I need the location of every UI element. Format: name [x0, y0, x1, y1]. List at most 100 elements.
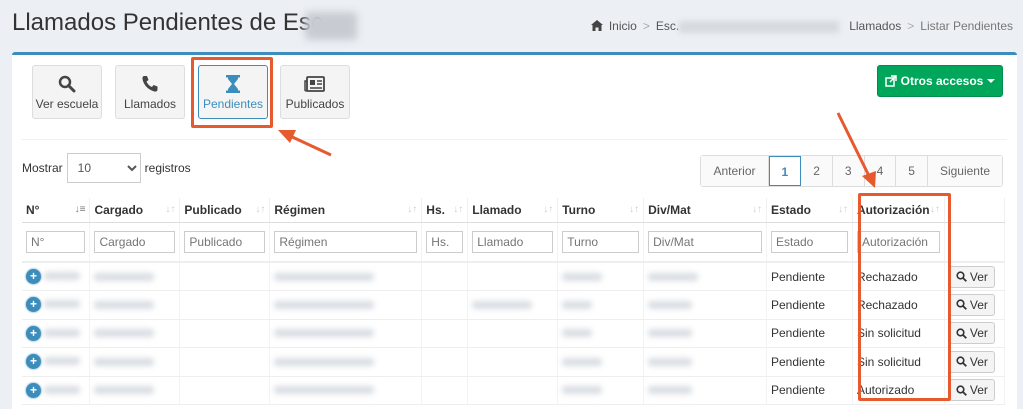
redacted-cell: [562, 357, 603, 366]
col-divmat[interactable]: Div/Mat ↓↑: [643, 198, 767, 223]
autorizacion-cell: Rechazado: [852, 290, 945, 320]
redacted-cell: [472, 300, 533, 309]
redacted-school: [679, 20, 840, 33]
col-numero[interactable]: N° ↓≡: [22, 198, 91, 223]
search-icon: [956, 328, 967, 339]
breadcrumb-current: Listar Pendientes: [920, 19, 1013, 33]
col-autorizacion[interactable]: Autorización ↓↑: [852, 198, 945, 223]
page-length: Mostrar 10 registros: [22, 153, 191, 183]
redacted-cell: [562, 272, 603, 281]
estado-cell: Pendiente: [766, 290, 853, 320]
publicados-button[interactable]: Publicados: [280, 65, 350, 119]
filter-regimen[interactable]: [274, 230, 418, 253]
redacted-cell: [94, 272, 155, 281]
otros-accesos-button[interactable]: Otros accesos: [877, 65, 1003, 97]
redacted-cell: [562, 329, 593, 338]
filter-publicado[interactable]: [184, 230, 266, 253]
ver-button[interactable]: Ver: [948, 322, 995, 345]
llamados-label: Llamados: [123, 97, 177, 111]
redacted-cell: [274, 329, 375, 338]
search-icon: [58, 75, 76, 93]
llamados-button[interactable]: Llamados: [115, 65, 185, 119]
estado-cell: Pendiente: [766, 347, 853, 377]
pager-prev[interactable]: Anterior: [701, 156, 769, 186]
pager-page-4[interactable]: 4: [864, 156, 897, 186]
divider: [22, 139, 1007, 140]
filter-autorizacion[interactable]: [856, 230, 940, 253]
redacted-cell: [94, 357, 155, 366]
main-box: Ver escuela Llamados Pendientes Publicad…: [12, 52, 1017, 409]
redacted-cell: [94, 386, 155, 395]
page-title: Llamados Pendientes de Esc.: [12, 9, 330, 36]
pending-calls-table: N° ↓≡ Cargado ↓↑ Publicado ↓↑ Régimen ↓↑ Hs.…: [22, 198, 1006, 405]
redacted-cell: [648, 272, 699, 281]
pager-page-3[interactable]: 3: [832, 156, 865, 186]
breadcrumb-school[interactable]: Esc.: [656, 19, 679, 33]
table-row: + Pendiente Rechazado Ver: [22, 262, 1006, 291]
filter-estado[interactable]: [770, 230, 848, 253]
redacted-cell: [44, 272, 81, 280]
redacted-cell: [44, 357, 81, 366]
redacted-cell: [648, 386, 693, 395]
header-row: N° ↓≡ Cargado ↓↑ Publicado ↓↑ Régimen ↓↑ Hs.…: [22, 198, 1006, 223]
expand-row-icon[interactable]: +: [26, 382, 41, 398]
ver-button[interactable]: Ver: [948, 265, 995, 288]
otros-accesos-label: Otros accesos: [900, 74, 984, 88]
expand-row-icon[interactable]: +: [26, 297, 41, 313]
estado-cell: Pendiente: [766, 376, 853, 405]
col-publicado[interactable]: Publicado ↓↑: [179, 198, 271, 223]
col-turno[interactable]: Turno ↓↑: [557, 198, 645, 223]
expand-row-icon[interactable]: +: [26, 269, 41, 284]
redacted-cell: [648, 329, 693, 338]
expand-row-icon[interactable]: +: [26, 325, 41, 341]
estado-cell: Pendiente: [766, 262, 853, 291]
ver-button[interactable]: Ver: [948, 379, 995, 402]
publicados-label: Publicados: [285, 97, 345, 111]
redacted-cell: [648, 357, 693, 366]
col-hs[interactable]: Hs. ↓↑: [421, 198, 469, 223]
redacted-cell: [44, 300, 81, 309]
ver-escuela-button[interactable]: Ver escuela: [32, 65, 102, 119]
page-length-select[interactable]: 10: [66, 153, 141, 183]
redacted-cell: [274, 272, 375, 281]
filter-llamado[interactable]: [472, 230, 554, 253]
search-icon: [956, 271, 967, 282]
col-estado[interactable]: Estado ↓↑: [766, 198, 853, 223]
length-suffix: registros: [144, 161, 191, 175]
content-header: Llamados Pendientes de Esc. Inicio > Esc. L…: [0, 0, 1023, 52]
autorizacion-cell: Sin solicitud: [852, 347, 945, 377]
search-icon: [956, 299, 967, 311]
filter-cargado[interactable]: [94, 230, 176, 253]
expand-row-icon[interactable]: +: [26, 354, 41, 370]
redacted-cell: [274, 300, 375, 309]
table-row: + Pendiente Rechazado Ver: [22, 290, 1006, 320]
redacted-cell: [44, 385, 81, 394]
pager-page-5[interactable]: 5: [896, 156, 928, 186]
breadcrumb: Inicio > Esc. Llamados > Listar Pendientes: [590, 19, 1013, 33]
pager-page-2[interactable]: 2: [801, 156, 833, 186]
redacted-cell: [562, 300, 593, 309]
breadcrumb-home[interactable]: Inicio: [609, 19, 637, 33]
caret-down-icon: [987, 79, 996, 83]
ver-button[interactable]: Ver: [948, 293, 995, 316]
length-prefix: Mostrar: [22, 161, 63, 175]
col-llamado[interactable]: Llamado ↓↑: [467, 198, 559, 223]
filter-turno[interactable]: [562, 230, 640, 253]
ver-button[interactable]: Ver: [948, 350, 995, 373]
autorizacion-cell: Autorizado: [852, 376, 945, 405]
pager-page-1[interactable]: 1: [768, 156, 802, 186]
ver-escuela-label: Ver escuela: [35, 97, 99, 111]
redacted-cell: [94, 329, 155, 338]
filter-numero[interactable]: [26, 230, 86, 253]
autorizacion-cell: Rechazado: [852, 262, 945, 291]
col-actions: [944, 198, 1006, 223]
redacted-cell: [274, 357, 375, 366]
col-cargado[interactable]: Cargado ↓↑: [89, 198, 181, 223]
filter-hs[interactable]: [426, 230, 464, 253]
filter-row: [22, 222, 1006, 263]
col-regimen[interactable]: Régimen ↓↑: [269, 198, 423, 223]
filter-divmat[interactable]: [648, 230, 762, 253]
pager-next[interactable]: Siguiente: [927, 156, 1002, 186]
breadcrumb-calls[interactable]: Llamados: [849, 19, 901, 33]
table-row: + Pendiente Autorizado Ver: [22, 376, 1006, 405]
